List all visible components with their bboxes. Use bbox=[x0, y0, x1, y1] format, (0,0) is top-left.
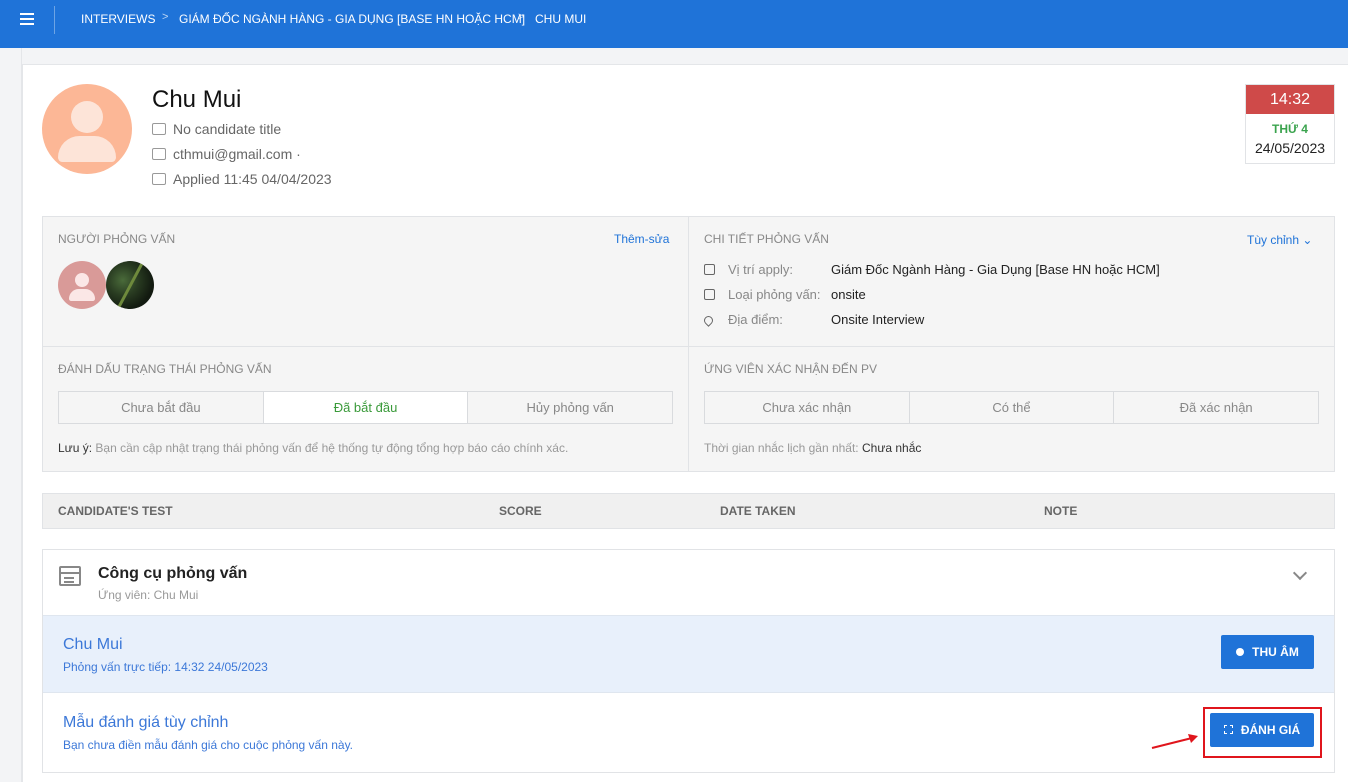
envelope-icon bbox=[152, 148, 166, 160]
candidate-avatar bbox=[42, 84, 132, 174]
confirmation-segmented-control: Chưa xác nhận Có thể Đã xác nhận bbox=[704, 391, 1319, 424]
session-row bbox=[43, 615, 1334, 693]
breadcrumb-interviews[interactable]: INTERVIEWS bbox=[81, 12, 155, 26]
candidate-applied-row: Applied 11:45 04/04/2023 bbox=[152, 171, 332, 187]
tools-subtitle: Ứng viên: Chu Mui bbox=[98, 588, 199, 602]
test-table-header: CANDIDATE'S TEST SCORE DATE TAKEN NOTE bbox=[42, 493, 1335, 529]
calendar-list-icon bbox=[59, 566, 81, 586]
session-name: Chu Mui bbox=[63, 636, 123, 653]
column-score: SCORE bbox=[499, 504, 542, 518]
checkbox-icon bbox=[704, 289, 715, 300]
breadcrumb-candidate: CHU MUI bbox=[535, 12, 587, 26]
eval-subtitle: Bạn chưa điền mẫu đánh giá cho cuộc phỏn… bbox=[63, 738, 354, 752]
column-candidate-test: CANDIDATE'S TEST bbox=[58, 504, 173, 518]
status-option-cancelled[interactable]: Hủy phỏng vấn bbox=[468, 392, 672, 423]
left-gutter bbox=[0, 48, 22, 782]
record-button[interactable]: THU ÂM bbox=[1221, 635, 1314, 669]
chevron-down-icon: ⌄ bbox=[1302, 233, 1313, 247]
annotation-arrow-icon bbox=[1151, 734, 1198, 749]
detail-value: Giám Đốc Ngành Hàng - Gia Dụng [Base HN … bbox=[831, 262, 1160, 277]
schedule-time: 14:32 bbox=[1246, 85, 1334, 114]
detail-label: Vị trí apply: bbox=[728, 262, 794, 277]
breadcrumb-job[interactable]: GIÁM ĐỐC NGÀNH HÀNG - GIA DỤNG [BASE HN … bbox=[179, 12, 525, 26]
column-note: NOTE bbox=[1044, 504, 1078, 518]
candidate-email[interactable]: cthmui@gmail.com · bbox=[173, 146, 301, 162]
interviewers-title: NGƯỜI PHỎNG VẤN bbox=[58, 232, 176, 246]
details-title: CHI TIẾT PHỎNG VẤN bbox=[704, 232, 829, 246]
confirm-option-unconfirmed[interactable]: Chưa xác nhận bbox=[705, 392, 910, 423]
candidate-title-row: No candidate title bbox=[152, 121, 281, 137]
confirm-option-confirmed[interactable]: Đã xác nhận bbox=[1114, 392, 1318, 423]
confirm-option-maybe[interactable]: Có thể bbox=[910, 392, 1115, 423]
status-note-prefix: Lưu ý: bbox=[58, 441, 93, 455]
tools-title: Công cụ phỏng vấn bbox=[98, 565, 248, 582]
schedule-date: 24/05/2023 bbox=[1254, 140, 1326, 156]
detail-label: Loại phỏng vấn: bbox=[728, 287, 821, 302]
column-date-taken: DATE TAKEN bbox=[720, 504, 796, 518]
edit-interviewers-link[interactable]: Thêm-sửa bbox=[614, 232, 669, 246]
navbar-divider bbox=[54, 6, 55, 34]
eval-title: Mẫu đánh giá tùy chỉnh bbox=[63, 714, 229, 731]
customize-dropdown[interactable]: Tùy chỉnh ⌄ bbox=[1247, 233, 1312, 247]
session-info: Phỏng vấn trực tiếp: 14:32 24/05/2023 bbox=[63, 660, 268, 674]
location-pin-icon bbox=[702, 314, 715, 327]
calendar-icon bbox=[152, 173, 166, 185]
candidate-applied: Applied 11:45 04/04/2023 bbox=[173, 171, 332, 187]
record-button-label: THU ÂM bbox=[1252, 645, 1299, 659]
detail-row-position: Vị trí apply: Giám Đốc Ngành Hàng - Gia … bbox=[704, 262, 1160, 277]
id-card-icon bbox=[152, 123, 166, 135]
highlight-box bbox=[1203, 707, 1322, 758]
reminder-prefix: Thời gian nhắc lịch gần nhất: bbox=[704, 441, 859, 455]
schedule-weekday: THỨ 4 bbox=[1272, 122, 1308, 136]
top-navbar: INTERVIEWS > GIÁM ĐỐC NGÀNH HÀNG - GIA D… bbox=[0, 0, 1348, 48]
detail-value: onsite bbox=[831, 287, 866, 302]
menu-icon[interactable] bbox=[20, 13, 34, 25]
interviewer-avatar-default[interactable] bbox=[58, 261, 106, 309]
candidate-email-row: cthmui@gmail.com · bbox=[152, 146, 301, 162]
record-dot-icon bbox=[1236, 648, 1245, 656]
detail-value: Onsite Interview bbox=[831, 312, 925, 327]
status-title: ĐÁNH DẤU TRẠNG THÁI PHỎNG VẤN bbox=[58, 362, 272, 376]
document-icon bbox=[704, 264, 715, 275]
detail-row-location: Địa điểm: Onsite Interview bbox=[702, 312, 924, 327]
confirmation-title: ỨNG VIÊN XÁC NHẬN ĐẾN PV bbox=[704, 362, 877, 376]
detail-row-type: Loại phỏng vấn: onsite bbox=[704, 287, 866, 302]
status-option-started[interactable]: Đã bắt đầu bbox=[263, 392, 469, 423]
detail-label: Địa điểm: bbox=[728, 312, 783, 327]
status-segmented-control: Chưa bắt đầu Đã bắt đầu Hủy phỏng vấn bbox=[58, 391, 673, 424]
candidate-title: No candidate title bbox=[173, 121, 282, 137]
status-option-not-started[interactable]: Chưa bắt đầu bbox=[59, 392, 264, 423]
interviewer-avatar-photo[interactable] bbox=[106, 261, 154, 309]
status-note: Lưu ý: Bạn cần cập nhật trạng thái phỏng… bbox=[58, 441, 568, 455]
reminder-value: Chưa nhắc bbox=[858, 441, 922, 455]
reminder-note: Thời gian nhắc lịch gần nhất: Chưa nhắc bbox=[704, 441, 921, 455]
customize-label: Tùy chỉnh bbox=[1247, 233, 1300, 247]
schedule-date-widget: 14:32 THỨ 4 24/05/2023 bbox=[1245, 84, 1335, 164]
status-note-text: Bạn cần cập nhật trạng thái phỏng vấn để… bbox=[92, 441, 569, 455]
candidate-name: Chu Mui bbox=[152, 86, 242, 113]
chevron-right-icon: > bbox=[518, 11, 525, 23]
chevron-right-icon: > bbox=[162, 11, 169, 23]
